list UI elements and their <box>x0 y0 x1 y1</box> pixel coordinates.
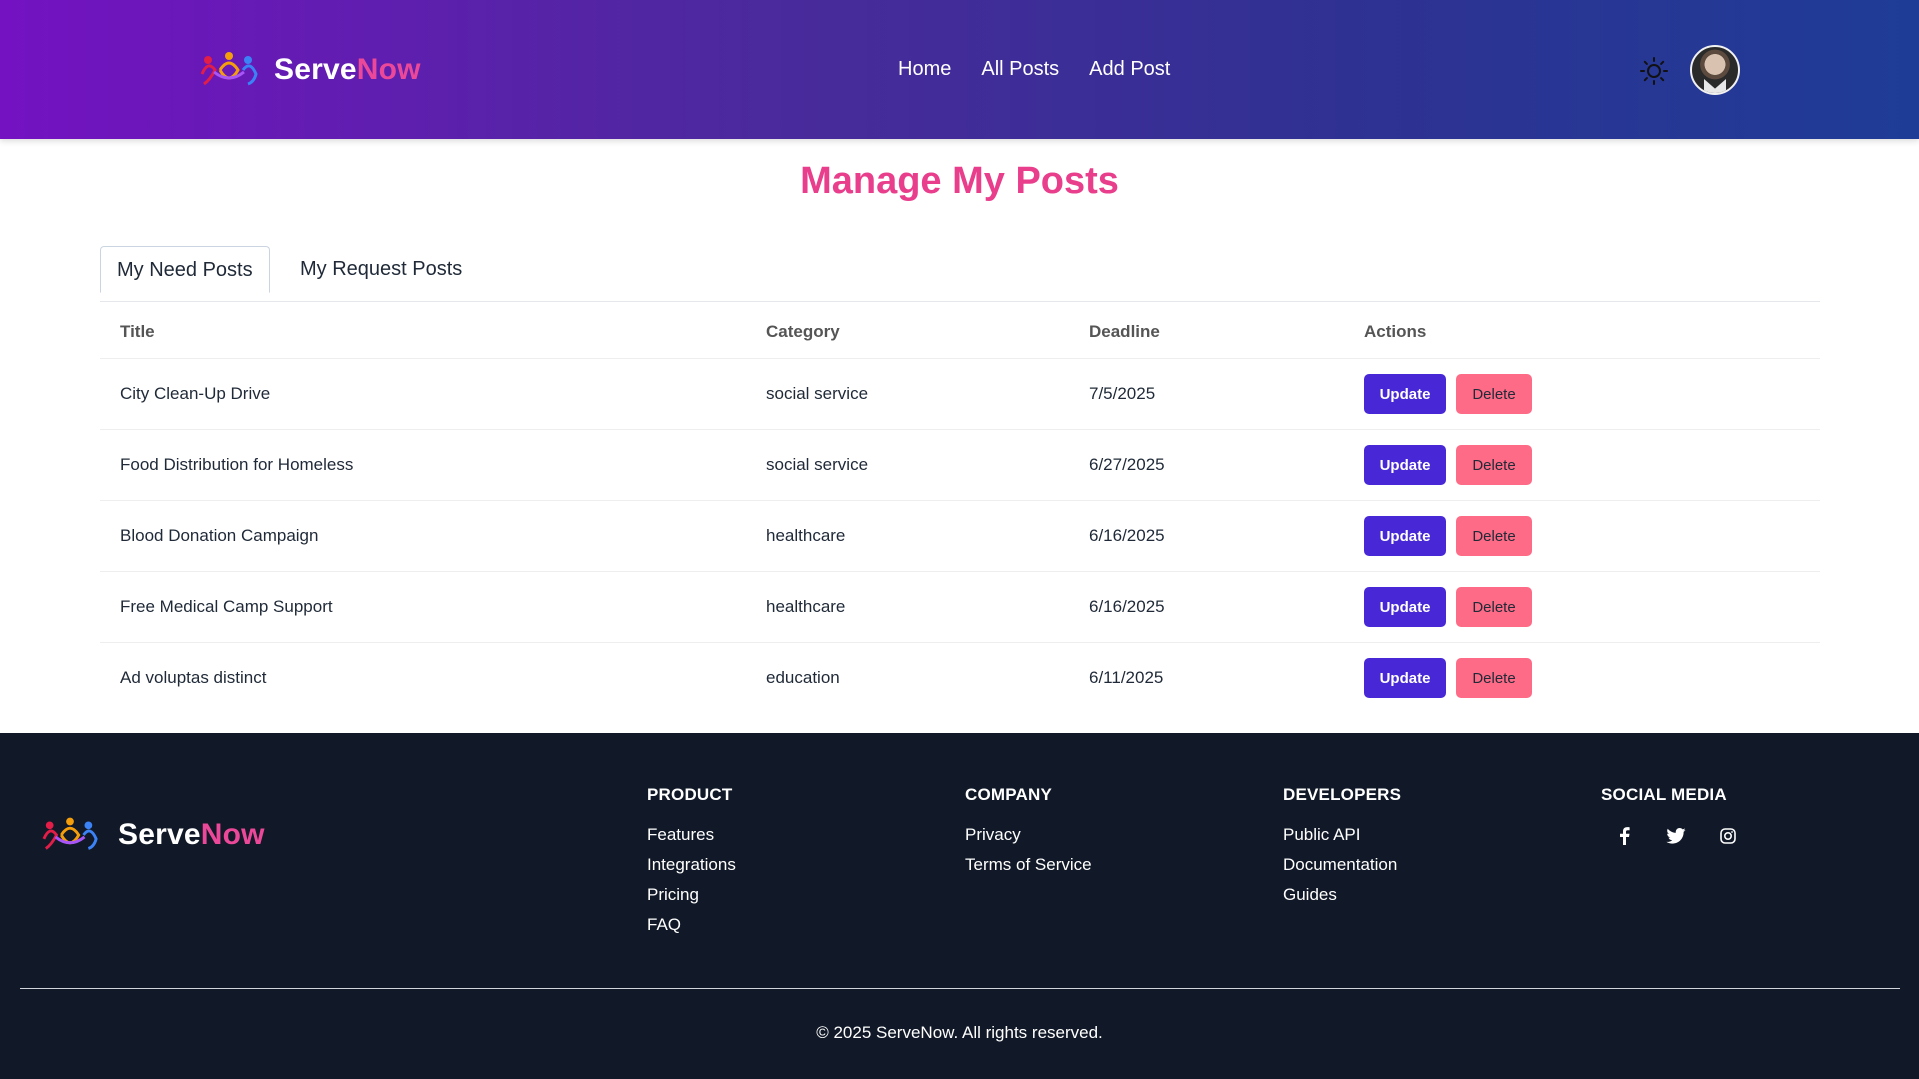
copyright-text: © 2025 ServeNow. All rights reserved. <box>816 1023 1103 1042</box>
footer-link-documentation[interactable]: Documentation <box>1283 855 1401 875</box>
post-title: Ad voluptas distinct <box>120 668 267 687</box>
update-button[interactable]: Update <box>1364 658 1446 698</box>
post-category: social service <box>766 455 869 474</box>
footer-link-public-api[interactable]: Public API <box>1283 825 1401 845</box>
posts-table: Title Category Deadline Actions City Cle… <box>100 302 1820 714</box>
table-row: Free Medical Camp Support healthcare 6/1… <box>100 572 1820 643</box>
table-row: Food Distribution for Homeless social se… <box>100 430 1820 501</box>
servenow-logo-icon <box>42 817 98 850</box>
nav-link-add-post[interactable]: Add Post <box>1089 58 1170 81</box>
row-actions: Update Delete <box>1364 658 1532 698</box>
post-deadline: 6/11/2025 <box>1089 668 1164 687</box>
footer-heading: COMPANY <box>965 785 1053 804</box>
row-actions: Update Delete <box>1364 374 1532 414</box>
footer-column-social: SOCIAL MEDIA <box>1601 785 1739 847</box>
delete-button[interactable]: Delete <box>1456 374 1532 414</box>
post-title: Free Medical Camp Support <box>120 597 333 616</box>
table-row: Blood Donation Campaign healthcare 6/16/… <box>100 501 1820 572</box>
instagram-icon[interactable] <box>1717 825 1739 847</box>
column-header-deadline: Deadline <box>1089 322 1160 341</box>
footer-heading: PRODUCT <box>647 785 733 804</box>
brand-logo-link[interactable]: ServeNow <box>198 50 421 90</box>
nav-link-home[interactable]: Home <box>898 58 951 81</box>
top-navbar: ServeNow Home All Posts Add Post <box>0 0 1919 139</box>
column-header-title: Title <box>120 322 155 341</box>
post-title: Food Distribution for Homeless <box>120 455 354 474</box>
avatar-collar <box>1704 79 1726 93</box>
post-title: City Clean-Up Drive <box>120 384 271 403</box>
user-avatar[interactable] <box>1690 45 1740 95</box>
post-title: Blood Donation Campaign <box>120 526 319 545</box>
post-category: social service <box>766 384 869 403</box>
main-nav: Home All Posts Add Post <box>898 58 1170 81</box>
footer-brand[interactable]: ServeNow <box>40 815 265 855</box>
delete-button[interactable]: Delete <box>1456 516 1532 556</box>
table-header: Title Category Deadline Actions <box>100 302 1820 359</box>
brand-name: ServeNow <box>274 53 421 86</box>
page-title: Manage My Posts <box>800 160 1119 202</box>
post-category: healthcare <box>766 526 846 545</box>
table-row: City Clean-Up Drive social service 7/5/2… <box>100 359 1820 430</box>
footer-link-integrations[interactable]: Integrations <box>647 855 736 875</box>
post-category: healthcare <box>766 597 846 616</box>
facebook-icon[interactable] <box>1613 825 1635 847</box>
update-button[interactable]: Update <box>1364 445 1446 485</box>
post-deadline: 6/16/2025 <box>1089 526 1165 545</box>
update-button[interactable]: Update <box>1364 374 1446 414</box>
nav-link-all-posts[interactable]: All Posts <box>981 58 1059 81</box>
footer-heading: DEVELOPERS <box>1283 785 1402 804</box>
column-header-category: Category <box>766 322 840 341</box>
social-links <box>1613 825 1739 847</box>
footer-column-company: COMPANY Privacy Terms of Service <box>965 785 1092 885</box>
tab-my-need-posts[interactable]: My Need Posts <box>100 246 270 293</box>
update-button[interactable]: Update <box>1364 516 1446 556</box>
site-footer: ServeNow PRODUCT Features Integrations P… <box>0 733 1919 1079</box>
delete-button[interactable]: Delete <box>1456 587 1532 627</box>
row-actions: Update Delete <box>1364 445 1532 485</box>
row-actions: Update Delete <box>1364 587 1532 627</box>
column-header-actions: Actions <box>1364 322 1427 341</box>
servenow-logo-icon <box>200 52 258 86</box>
footer-column-product: PRODUCT Features Integrations Pricing FA… <box>647 785 736 945</box>
footer-link-privacy[interactable]: Privacy <box>965 825 1092 845</box>
footer-heading: SOCIAL MEDIA <box>1601 785 1727 804</box>
post-deadline: 6/16/2025 <box>1089 597 1165 616</box>
delete-button[interactable]: Delete <box>1456 658 1532 698</box>
footer-link-pricing[interactable]: Pricing <box>647 885 736 905</box>
footer-divider <box>20 988 1900 989</box>
footer-link-faq[interactable]: FAQ <box>647 915 736 935</box>
post-tabs: My Need Posts My Request Posts <box>100 246 1820 302</box>
footer-link-terms[interactable]: Terms of Service <box>965 855 1092 875</box>
update-button[interactable]: Update <box>1364 587 1446 627</box>
row-actions: Update Delete <box>1364 516 1532 556</box>
footer-brand-name: ServeNow <box>118 818 265 851</box>
sun-icon[interactable] <box>1640 57 1668 85</box>
delete-button[interactable]: Delete <box>1456 445 1532 485</box>
footer-link-guides[interactable]: Guides <box>1283 885 1401 905</box>
post-deadline: 6/27/2025 <box>1089 455 1165 474</box>
tab-my-request-posts[interactable]: My Request Posts <box>284 246 478 293</box>
twitter-icon[interactable] <box>1665 825 1687 847</box>
post-deadline: 7/5/2025 <box>1089 384 1156 403</box>
footer-column-developers: DEVELOPERS Public API Documentation Guid… <box>1283 785 1401 915</box>
footer-link-features[interactable]: Features <box>647 825 736 845</box>
post-category: education <box>766 668 840 687</box>
table-row: Ad voluptas distinct education 6/11/2025… <box>100 643 1820 714</box>
